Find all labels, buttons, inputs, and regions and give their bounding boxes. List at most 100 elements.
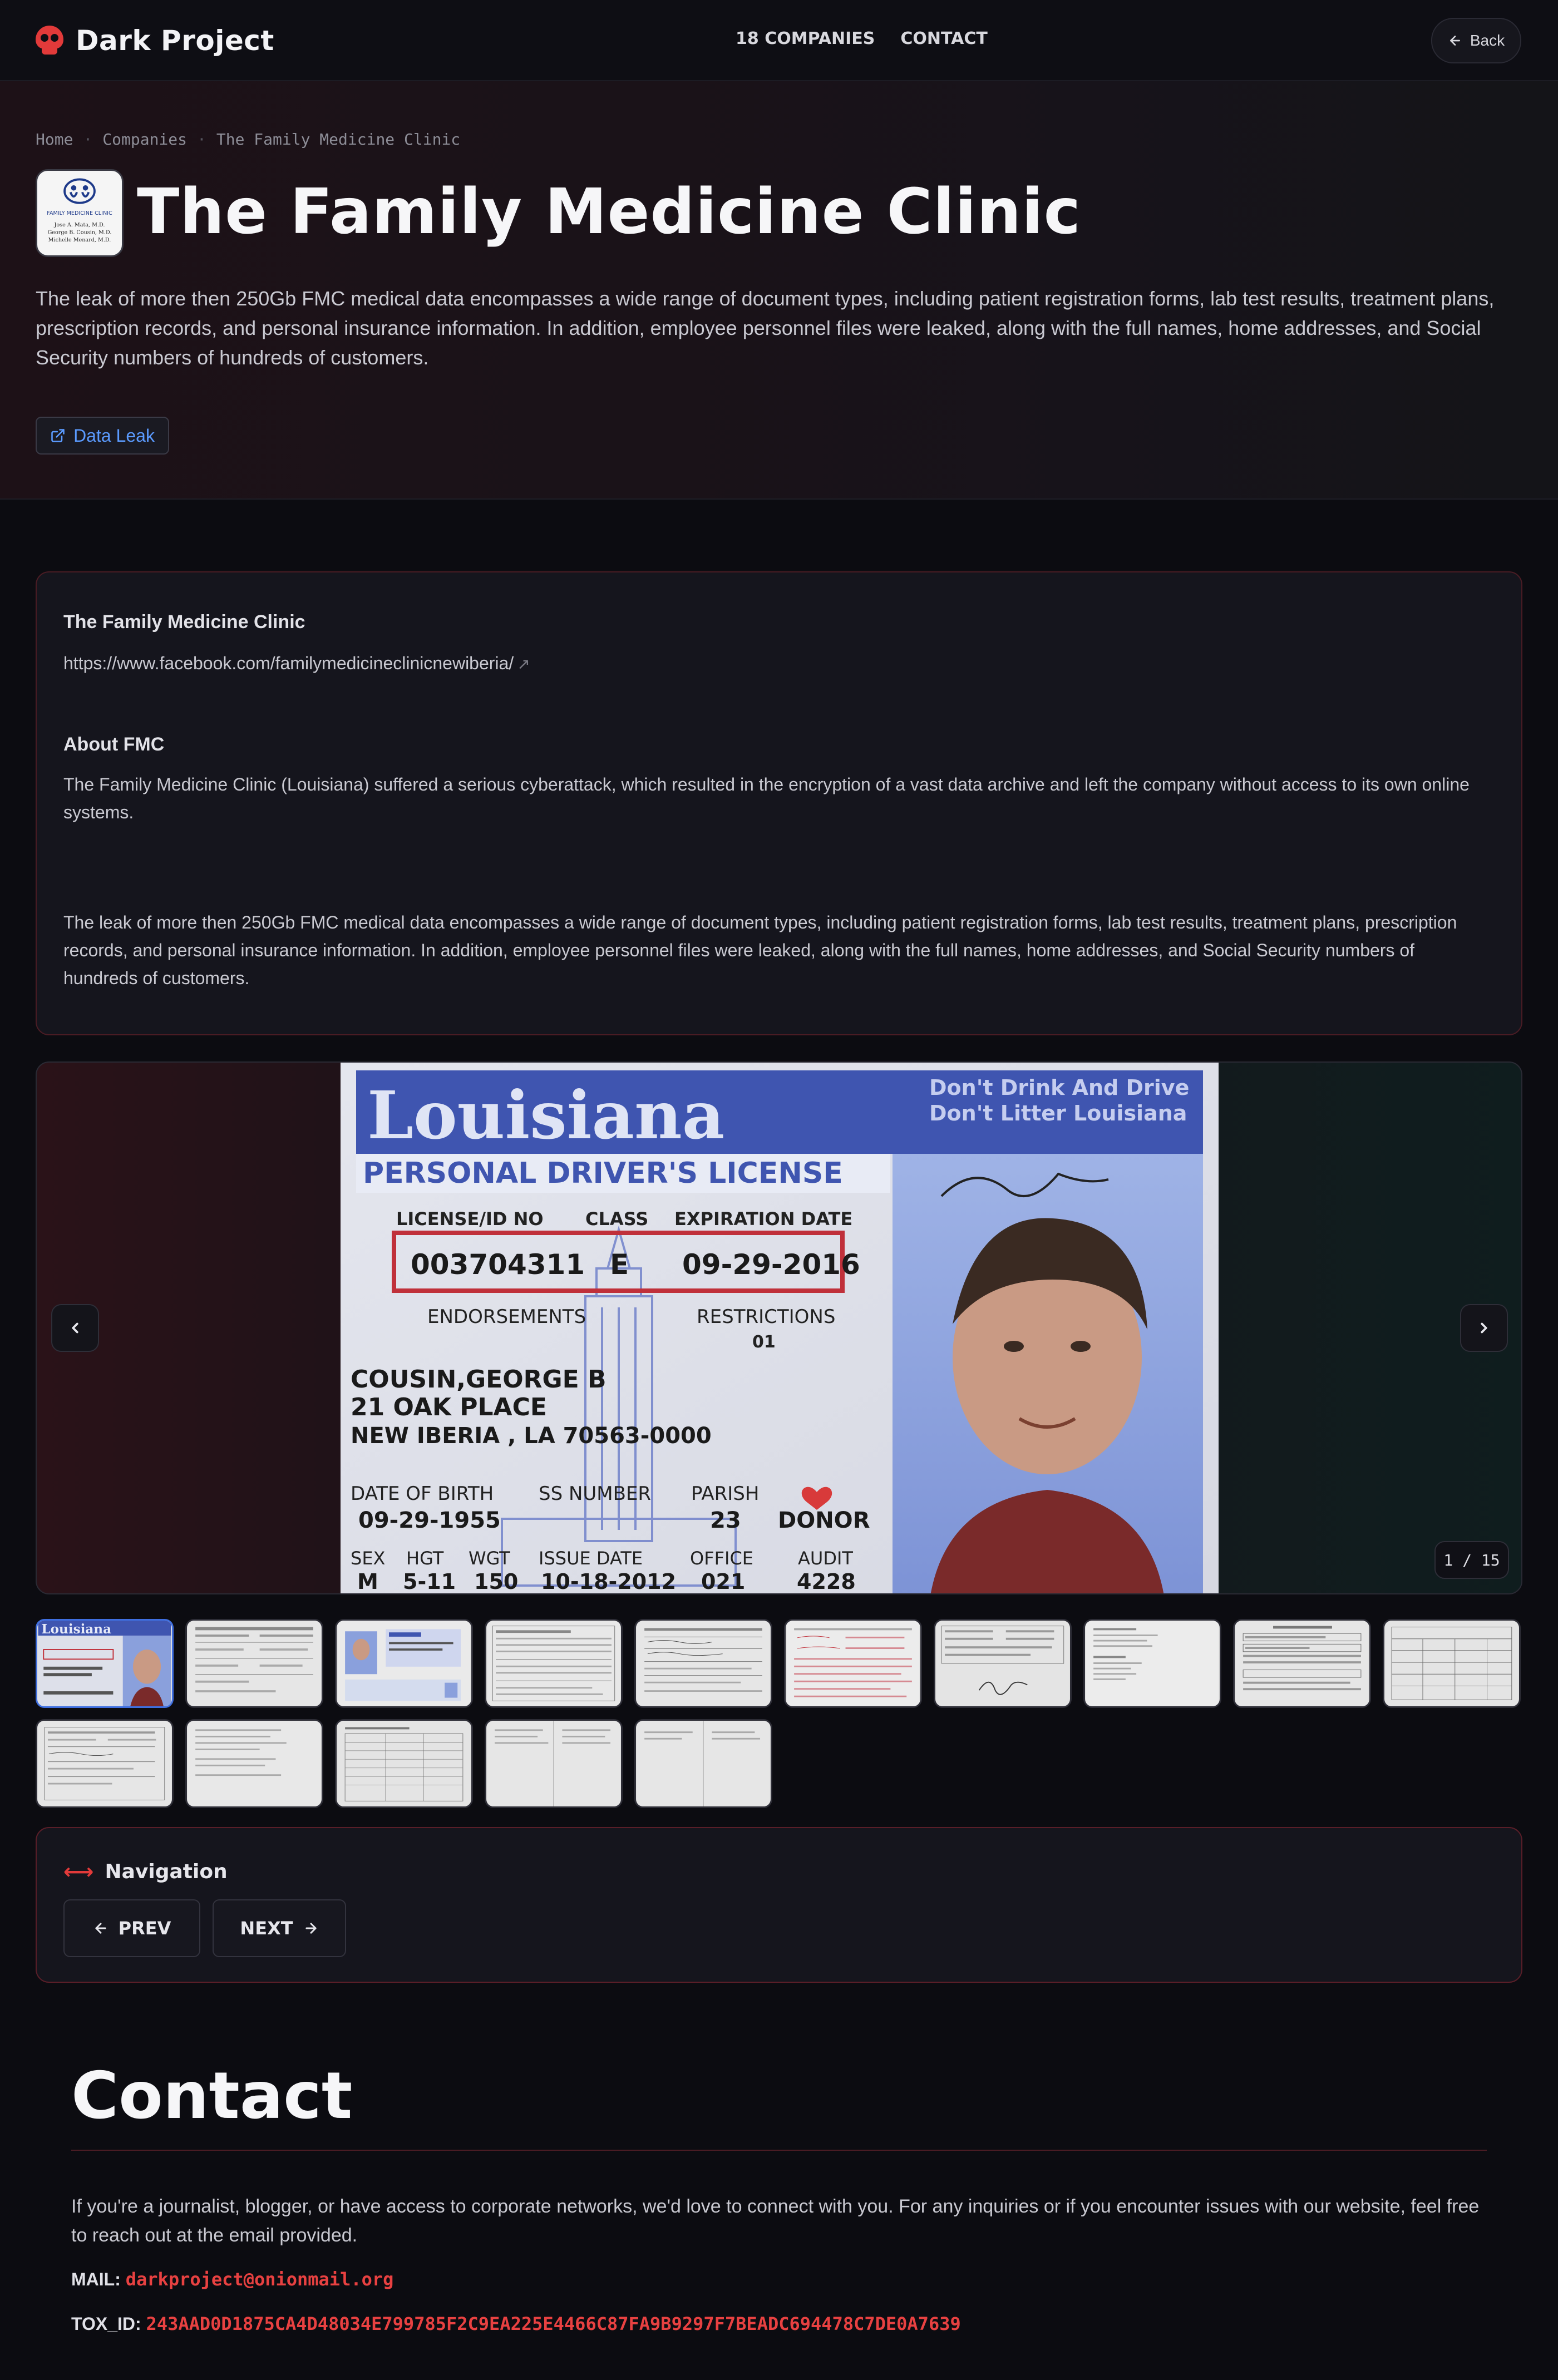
thumbnail-6[interactable] <box>784 1619 922 1708</box>
svg-text:DATE OF BIRTH: DATE OF BIRTH <box>351 1483 494 1505</box>
company-logo: FAMILY MEDICINE CLINIC Jose A. Mata, M.D… <box>36 169 124 257</box>
brand-logo[interactable]: Dark Project <box>36 22 274 59</box>
thumbnail-1[interactable]: Louisiana <box>36 1619 174 1708</box>
svg-text:150: 150 <box>474 1569 518 1594</box>
breadcrumb-separator: · <box>197 130 206 149</box>
svg-text:AUDIT: AUDIT <box>798 1548 853 1569</box>
next-label: NEXT <box>240 1918 293 1939</box>
brand-name[interactable]: Dark Project <box>76 24 274 57</box>
thumbnail-12[interactable] <box>185 1719 323 1808</box>
svg-text:M: M <box>357 1569 378 1594</box>
breadcrumb-current: The Family Medicine Clinic <box>216 130 461 149</box>
thumbnail-7[interactable] <box>934 1619 1072 1708</box>
thumbnail-15[interactable] <box>634 1719 772 1808</box>
nav-link-companies[interactable]: 18 COMPANIES <box>736 29 875 48</box>
company-link-row: https://www.facebook.com/familymedicinec… <box>63 649 1493 678</box>
prev-label: PREV <box>118 1918 171 1939</box>
svg-text:SEX: SEX <box>351 1548 385 1569</box>
svg-text:NEW IBERIA , LA 70563-0000: NEW IBERIA , LA 70563-0000 <box>351 1423 712 1449</box>
thumbnail-5[interactable] <box>634 1619 772 1708</box>
thumbnail-10[interactable] <box>1383 1619 1521 1708</box>
thumbnail-11[interactable] <box>36 1719 174 1808</box>
svg-text:CLASS: CLASS <box>585 1208 648 1229</box>
contact-divider <box>71 2150 1487 2151</box>
arrows-horizontal-icon: ⟷ <box>63 1859 94 1884</box>
arrow-left-icon <box>95 1923 106 1934</box>
back-label: Back <box>1470 32 1505 49</box>
prev-button[interactable]: PREV <box>63 1899 200 1957</box>
svg-text:ISSUE DATE: ISSUE DATE <box>539 1548 643 1569</box>
navigation-card: ⟷ Navigation PREV NEXT <box>36 1827 1522 1983</box>
company-link[interactable]: https://www.facebook.com/familymedicinec… <box>63 653 514 673</box>
thumbnail-4[interactable] <box>485 1619 623 1708</box>
image-counter: 1 / 15 <box>1434 1541 1509 1579</box>
svg-text:5-11: 5-11 <box>403 1569 456 1594</box>
nav-link-contact[interactable]: CONTACT <box>900 29 987 48</box>
about-text: The Family Medicine Clinic (Louisiana) s… <box>63 774 1470 822</box>
thumbnail-13[interactable] <box>335 1719 473 1808</box>
svg-text:09-29-1955: 09-29-1955 <box>358 1508 501 1533</box>
svg-text:10-18-2012: 10-18-2012 <box>541 1569 676 1594</box>
svg-text:HGT: HGT <box>406 1548 444 1569</box>
svg-text:E: E <box>610 1248 629 1281</box>
contact-tox-row: TOX_ID: 243AAD0D1875CA4D48034E799785F2C9… <box>71 2313 961 2334</box>
svg-text:21 OAK PLACE: 21 OAK PLACE <box>351 1393 547 1421</box>
navigation-title: Navigation <box>105 1860 228 1883</box>
company-heading: The Family Medicine Clinic <box>63 611 305 633</box>
hero-section: Home · Companies · The Family Medicine C… <box>0 81 1558 500</box>
hero-description: The leak of more then 250Gb FMC medical … <box>36 287 1495 369</box>
svg-text:Louisiana: Louisiana <box>41 1622 111 1637</box>
thumbnail-3[interactable] <box>335 1619 473 1708</box>
contact-title: Contact <box>71 2058 353 2134</box>
page-title: The Family Medicine Clinic <box>137 176 1082 248</box>
svg-text:Louisiana: Louisiana <box>367 1077 724 1154</box>
svg-text:ENDORSEMENTS: ENDORSEMENTS <box>427 1306 586 1328</box>
svg-text:FAMILY MEDICINE CLINIC: FAMILY MEDICINE CLINIC <box>47 210 112 216</box>
breadcrumb-home[interactable]: Home <box>36 130 73 149</box>
tox-id[interactable]: 243AAD0D1875CA4D48034E799785F2C9EA225E44… <box>146 2313 961 2334</box>
next-button[interactable]: NEXT <box>213 1899 346 1957</box>
about-heading: About FMC <box>63 734 165 755</box>
mail-label: MAIL: <box>71 2269 121 2289</box>
contact-description: If you're a journalist, blogger, or have… <box>71 2196 1480 2246</box>
svg-text:Don't Litter Louisiana: Don't Litter Louisiana <box>929 1101 1187 1125</box>
chevron-right-icon <box>1481 1322 1487 1334</box>
contact-mail-row: MAIL: darkproject@onionmail.org <box>71 2269 393 2290</box>
svg-text:4228: 4228 <box>797 1569 856 1594</box>
svg-text:021: 021 <box>701 1569 745 1594</box>
top-nav: Dark Project 18 COMPANIES CONTACT Back <box>0 0 1558 81</box>
svg-text:PARISH: PARISH <box>691 1483 759 1505</box>
chevron-left-icon <box>72 1322 78 1334</box>
svg-text:Jose A. Mata, M.D.: Jose A. Mata, M.D. <box>54 222 105 228</box>
image-gallery: Louisiana Don't Drink And Drive Don't Li… <box>36 1061 1522 1594</box>
gallery-prev-button[interactable] <box>51 1304 99 1352</box>
thumbnail-14[interactable] <box>485 1719 623 1808</box>
thumbnail-8[interactable] <box>1083 1619 1221 1708</box>
svg-text:WGT: WGT <box>469 1548 510 1569</box>
breadcrumb: Home · Companies · The Family Medicine C… <box>36 130 460 149</box>
svg-text:09-29-2016: 09-29-2016 <box>682 1248 860 1281</box>
thumbnail-2[interactable] <box>185 1619 323 1708</box>
svg-text:OFFICE: OFFICE <box>690 1548 753 1569</box>
back-button[interactable]: Back <box>1431 18 1521 63</box>
data-leak-button[interactable]: Data Leak <box>36 417 169 455</box>
breadcrumb-companies[interactable]: Companies <box>102 130 187 149</box>
svg-text:PERSONAL DRIVER'S LICENSE: PERSONAL DRIVER'S LICENSE <box>363 1157 843 1190</box>
gallery-next-button[interactable] <box>1460 1304 1508 1352</box>
breadcrumb-separator: · <box>83 130 93 149</box>
tox-label: TOX_ID: <box>71 2314 141 2334</box>
svg-text:Michelle Menard, M.D.: Michelle Menard, M.D. <box>48 237 111 243</box>
nav-links: 18 COMPANIES CONTACT <box>736 29 988 48</box>
mail-address[interactable]: darkproject@onionmail.org <box>126 2269 394 2290</box>
arrow-left-icon <box>1449 36 1460 46</box>
svg-text:RESTRICTIONS: RESTRICTIONS <box>697 1306 835 1328</box>
skull-icon <box>36 26 63 56</box>
thumbnail-9[interactable] <box>1233 1619 1371 1708</box>
svg-text:COUSIN,GEORGE B: COUSIN,GEORGE B <box>351 1365 607 1394</box>
svg-text:DONOR: DONOR <box>778 1508 870 1533</box>
svg-text:23: 23 <box>710 1508 741 1533</box>
svg-text:003704311: 003704311 <box>411 1248 585 1281</box>
svg-text:01: 01 <box>752 1332 776 1352</box>
external-arrow-icon: ↗ <box>517 655 530 673</box>
svg-text:SS NUMBER: SS NUMBER <box>539 1483 651 1505</box>
